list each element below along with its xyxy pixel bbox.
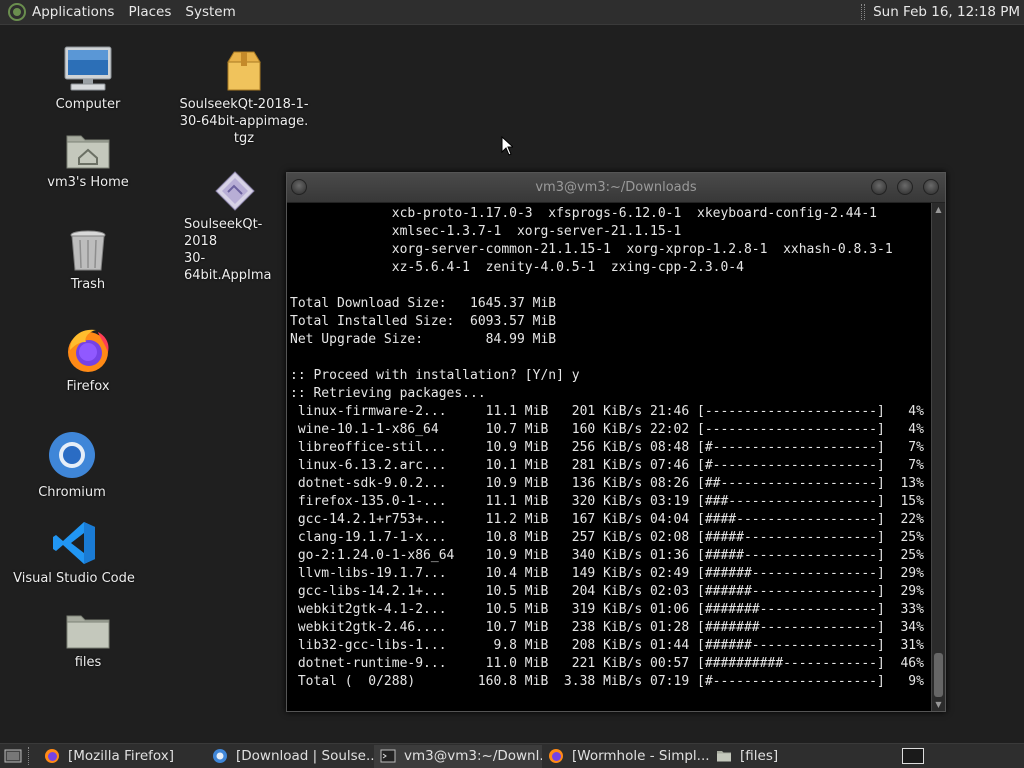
- desktop-icon-computer[interactable]: Computer: [23, 46, 153, 113]
- terminal-line: linux-firmware-2... 11.1 MiB 201 KiB/s 2…: [290, 404, 924, 419]
- terminal-output[interactable]: xcb-proto-1.17.0-3 xfsprogs-6.12.0-1 xke…: [287, 203, 932, 711]
- terminal-line: xcb-proto-1.17.0-3 xfsprogs-6.12.0-1 xke…: [290, 206, 877, 221]
- clock[interactable]: Sun Feb 16, 12:18 PM: [873, 4, 1020, 20]
- terminal-line: dotnet-runtime-9... 11.0 MiB 221 KiB/s 0…: [290, 656, 924, 671]
- terminal-line: go-2:1.24.0-1-x86_64 10.9 MiB 340 KiB/s …: [290, 548, 924, 563]
- terminal-line: dotnet-sdk-9.0.2... 10.9 MiB 136 KiB/s 0…: [290, 476, 924, 491]
- firefox-icon: [549, 749, 563, 763]
- terminal-text: xcb-proto-1.17.0-3 xfsprogs-6.12.0-1 xke…: [290, 205, 932, 691]
- close-button[interactable]: [923, 179, 939, 195]
- maximize-button[interactable]: [897, 179, 913, 195]
- terminal-line: xorg-server-common-21.1.15-1 xorg-xprop-…: [290, 242, 893, 257]
- home-folder-icon: [66, 135, 110, 169]
- task-chromium-download[interactable]: [Download | Soulse...: [206, 745, 374, 768]
- trash-icon: [70, 230, 106, 271]
- terminal-scrollbar[interactable]: ▲ ▼: [931, 203, 945, 711]
- desktop-icon-soulseek-tgz[interactable]: SoulseekQt-2018-1- 30-64bit-appimage. tg…: [179, 50, 309, 147]
- desktop-icon-vscode[interactable]: Visual Studio Code: [9, 520, 139, 587]
- minimize-button[interactable]: [871, 179, 887, 195]
- label-line: SoulseekQt-2018: [184, 217, 263, 249]
- folder-icon: [717, 751, 731, 762]
- desktop-icon-label: Trash: [70, 277, 106, 292]
- taskbar: [Mozilla Firefox] [Download | Soulse... …: [0, 743, 1024, 768]
- desktop-icon-trash[interactable]: Trash: [23, 230, 153, 293]
- terminal-line: Total Installed Size: 6093.57 MiB: [290, 314, 557, 329]
- desktop-icon-home[interactable]: vm3's Home: [23, 130, 153, 191]
- scroll-down-icon[interactable]: ▼: [932, 698, 945, 711]
- terminal-line: webkit2gtk-4.1-2... 10.5 MiB 319 KiB/s 0…: [290, 602, 924, 617]
- folder-icon: [66, 615, 110, 649]
- desktop-icon-label: Firefox: [66, 379, 110, 394]
- desktop-icon-files[interactable]: files: [23, 610, 153, 671]
- label-line: tgz: [233, 131, 255, 146]
- desktop-icon-label: Chromium: [38, 485, 106, 500]
- terminal-line: firefox-135.0-1-... 11.1 MiB 320 KiB/s 0…: [290, 494, 924, 509]
- desktop-icon-label: SoulseekQt-2018-1- 30-64bit-appimage. tg…: [179, 96, 309, 147]
- terminal-line: Net Upgrade Size: 84.99 MiB: [290, 332, 557, 347]
- label-line: 30-64bit-appimage.: [179, 114, 309, 129]
- task-terminal[interactable]: vm3@vm3:~/Downl...: [374, 744, 542, 768]
- terminal-line: gcc-14.2.1+r753+... 11.2 MiB 167 KiB/s 0…: [290, 512, 924, 527]
- label-line: SoulseekQt-2018-1-: [179, 97, 309, 112]
- mate-menu-icon[interactable]: [8, 3, 26, 21]
- task-firefox-wormhole[interactable]: [Wormhole - Simpl...: [542, 745, 710, 768]
- desktop-icon-soulseek-appimage[interactable]: SoulseekQt-2018 30-64bit.AppIma: [179, 170, 291, 284]
- task-label: [Download | Soulse...: [236, 748, 374, 764]
- system-menu[interactable]: System: [185, 4, 235, 20]
- desktop-icon-label: SoulseekQt-2018 30-64bit.AppIma: [179, 216, 291, 284]
- top-panel: Applications Places System Sun Feb 16, 1…: [0, 0, 1024, 25]
- desktop-icon-firefox[interactable]: Firefox: [23, 326, 153, 395]
- terminal-line: clang-19.1.7-1-x... 10.8 MiB 257 KiB/s 0…: [290, 530, 924, 545]
- terminal-line: gcc-libs-14.2.1+... 10.5 MiB 204 KiB/s 0…: [290, 584, 924, 599]
- terminal-line: webkit2gtk-2.46.... 10.7 MiB 238 KiB/s 0…: [290, 620, 924, 635]
- task-firefox[interactable]: [Mozilla Firefox]: [38, 745, 206, 768]
- window-menu-button[interactable]: [291, 179, 307, 195]
- task-files[interactable]: [files]: [710, 745, 830, 768]
- taskbar-handle[interactable]: [28, 747, 30, 765]
- desktop-icon-label: files: [74, 655, 102, 670]
- archive-icon: [227, 51, 261, 91]
- applications-menu[interactable]: Applications: [32, 4, 114, 20]
- terminal-titlebar[interactable]: vm3@vm3:~/Downloads: [287, 173, 945, 203]
- chromium-icon: [213, 749, 227, 763]
- terminal-line: xz-5.6.4-1 zenity-4.0.5-1 zxing-cpp-2.3.…: [290, 260, 744, 275]
- appimage-icon: [215, 171, 255, 211]
- desktop-icon-label: Visual Studio Code: [13, 571, 135, 586]
- terminal-line: Total Download Size: 1645.37 MiB: [290, 296, 557, 311]
- scroll-up-icon[interactable]: ▲: [932, 203, 945, 216]
- terminal-line: wine-10.1-1-x86_64 10.7 MiB 160 KiB/s 22…: [290, 422, 924, 437]
- desktop-icon-label: vm3's Home: [47, 175, 129, 190]
- desktop-icon-label: Computer: [55, 97, 121, 112]
- terminal-line: llvm-libs-19.1.7... 10.4 MiB 149 KiB/s 0…: [290, 566, 924, 581]
- terminal-line: xmlsec-1.3.7-1 xorg-server-21.1.15-1: [290, 224, 682, 239]
- firefox-icon: [45, 749, 59, 763]
- show-desktop-icon[interactable]: [4, 748, 22, 764]
- terminal-icon: [380, 749, 396, 763]
- computer-icon: [64, 46, 112, 91]
- firefox-icon: [68, 329, 109, 372]
- task-label: [files]: [740, 748, 779, 764]
- vscode-icon: [53, 522, 95, 564]
- label-line: 30-64bit.AppIma: [184, 251, 272, 283]
- terminal-line: libreoffice-stil... 10.9 MiB 256 KiB/s 0…: [290, 440, 924, 455]
- panel-handle[interactable]: [861, 4, 866, 20]
- desktop-icon-chromium[interactable]: Chromium: [7, 430, 137, 501]
- terminal-line: lib32-gcc-libs-1... 9.8 MiB 208 KiB/s 01…: [290, 638, 924, 653]
- workspace-switcher[interactable]: [902, 748, 924, 764]
- terminal-line: Total ( 0/288) 160.8 MiB 3.38 MiB/s 07:1…: [290, 674, 924, 689]
- scrollbar-thumb[interactable]: [934, 653, 943, 697]
- task-label: [Wormhole - Simpl...: [572, 748, 710, 764]
- terminal-window[interactable]: vm3@vm3:~/Downloads xcb-proto-1.17.0-3 x…: [286, 172, 946, 712]
- task-label: vm3@vm3:~/Downl...: [404, 748, 542, 764]
- terminal-line: :: Retrieving packages...: [290, 386, 486, 401]
- window-title: vm3@vm3:~/Downloads: [535, 180, 697, 195]
- mouse-pointer-icon: [501, 136, 513, 156]
- places-menu[interactable]: Places: [128, 4, 171, 20]
- task-label: [Mozilla Firefox]: [68, 748, 175, 764]
- chromium-icon: [49, 432, 95, 478]
- terminal-line: :: Proceed with installation? [Y/n] y: [290, 368, 580, 383]
- terminal-line: linux-6.13.2.arc... 10.1 MiB 281 KiB/s 0…: [290, 458, 924, 473]
